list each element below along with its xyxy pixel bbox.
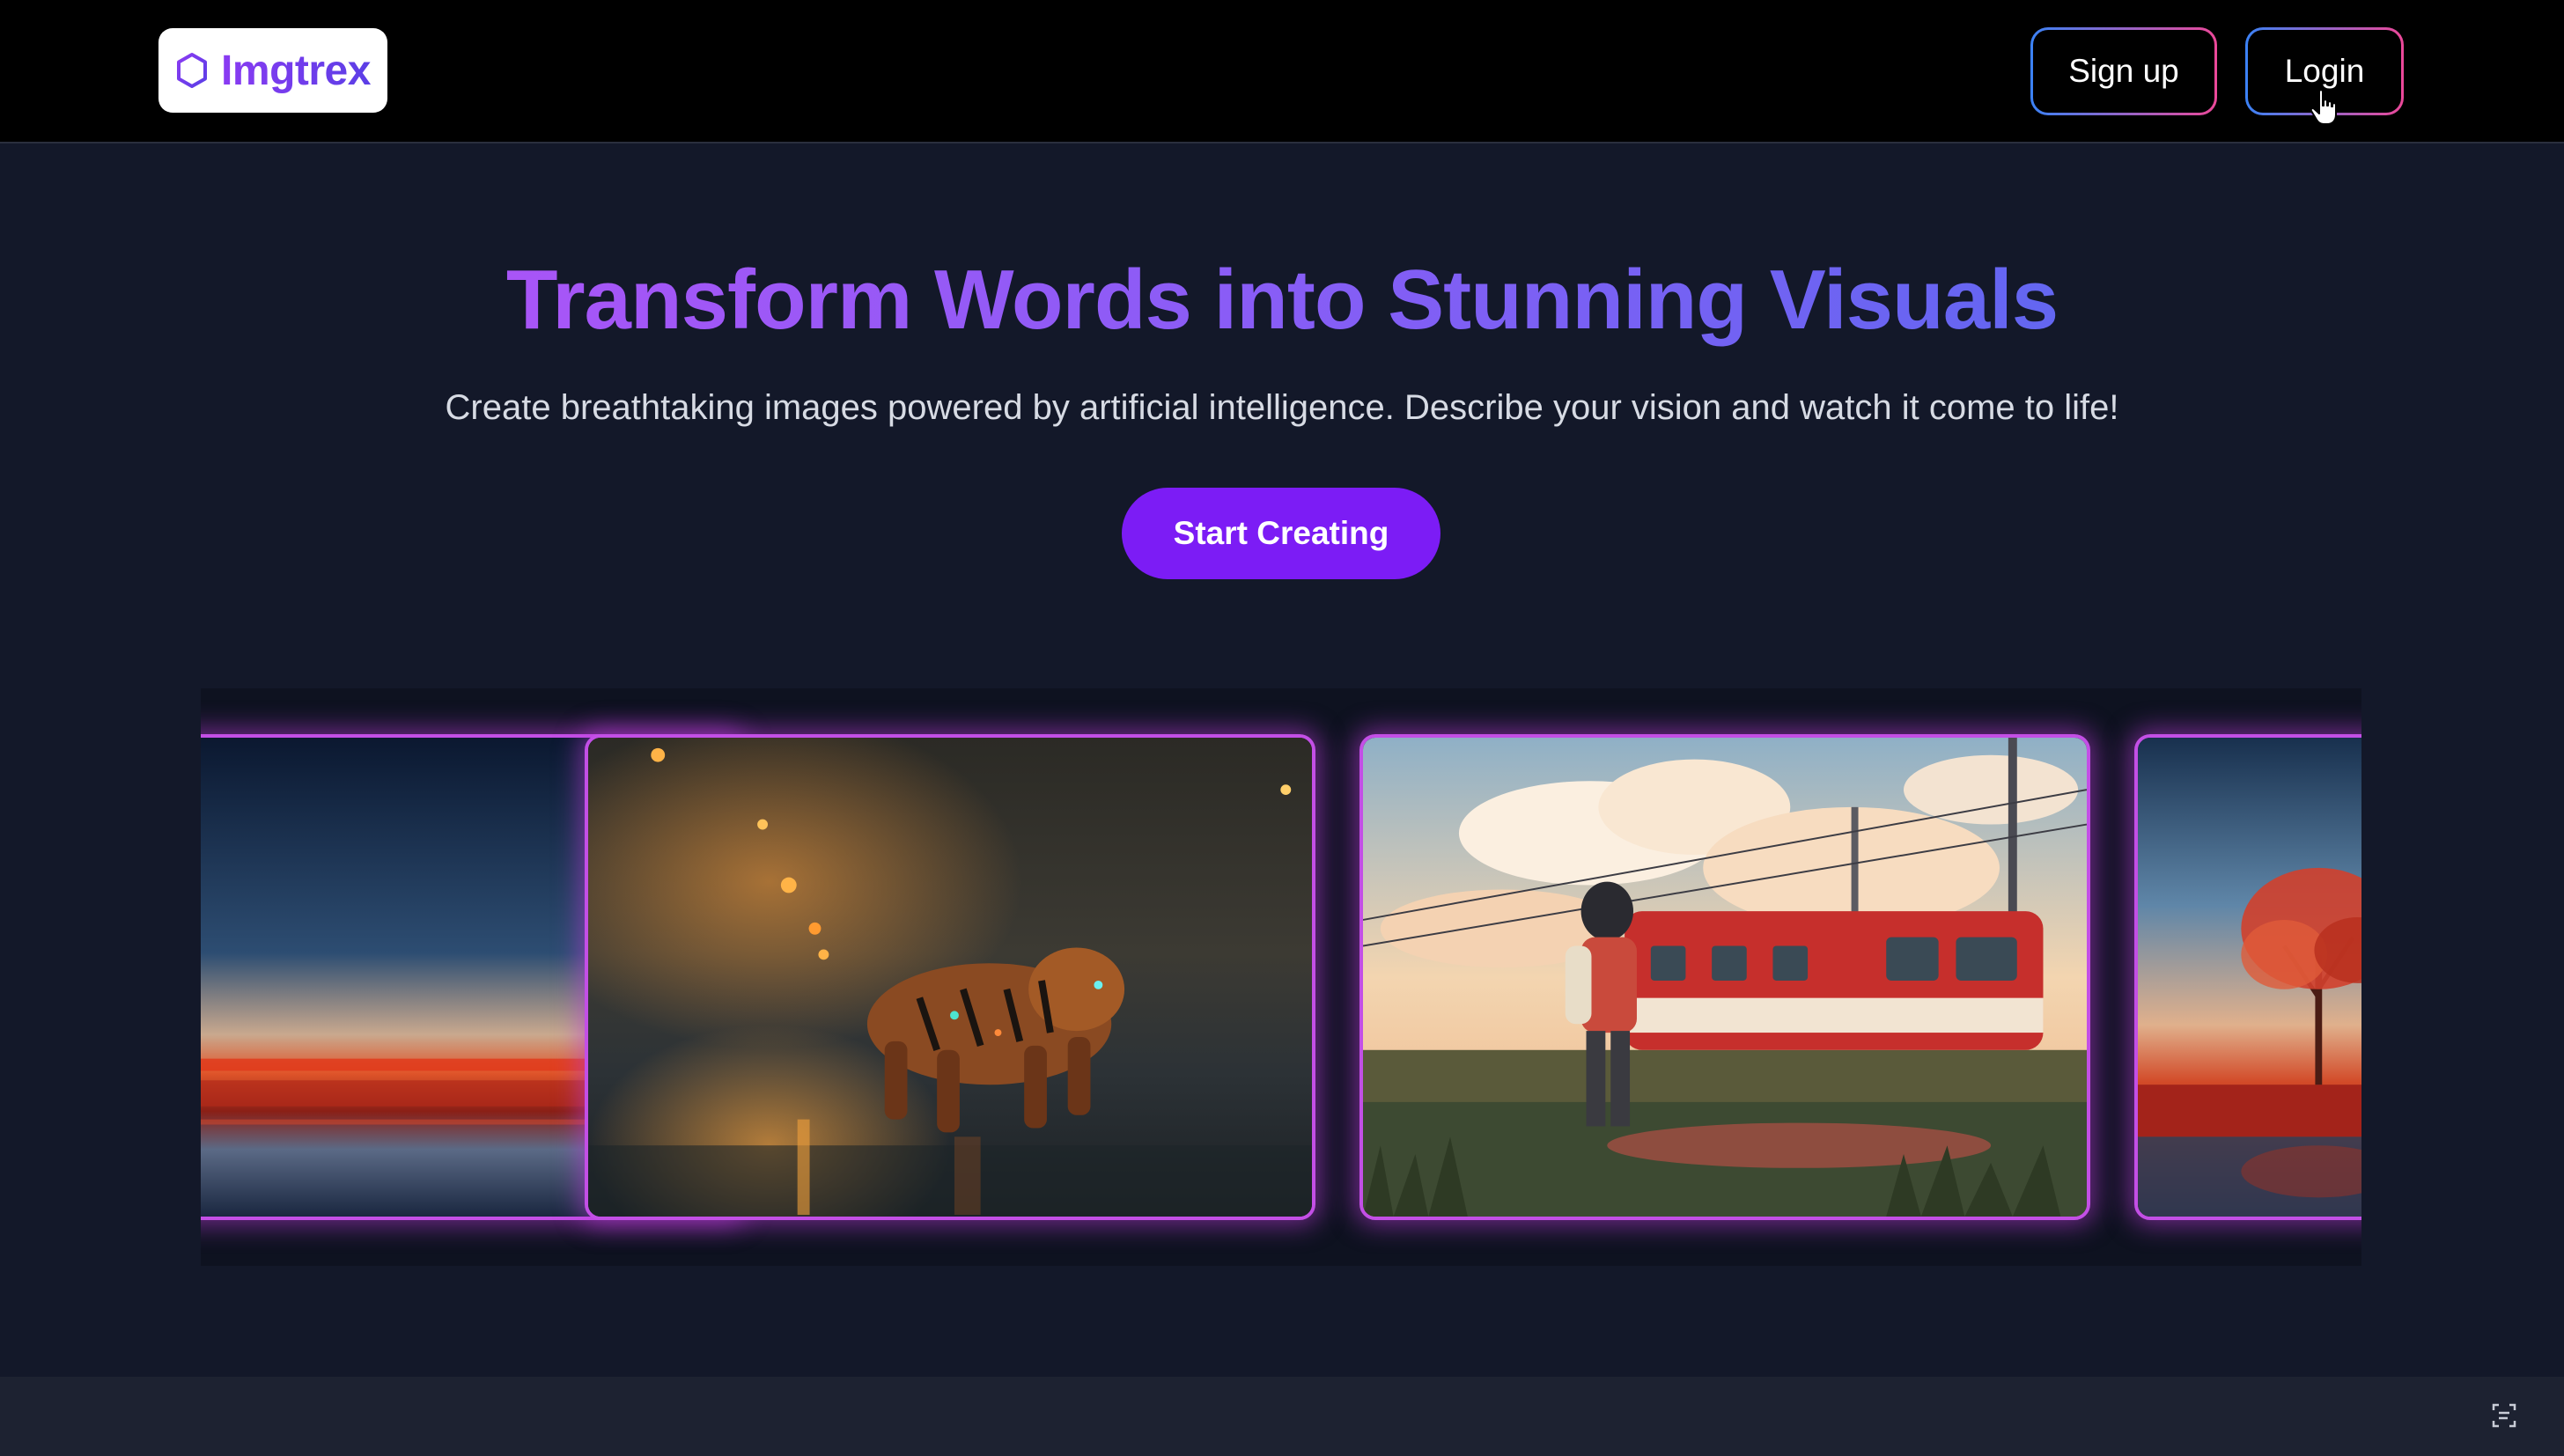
page: Imgtrex Sign up Login Transform Words in… (0, 0, 2564, 1456)
hero-title-text: Transform Words into Stunning Visuals (505, 253, 2059, 347)
robotic-tiger-image (588, 738, 1312, 1217)
carousel-slide-tiger[interactable] (585, 734, 1315, 1220)
signup-button-label: Sign up (2033, 30, 2214, 113)
logo[interactable]: Imgtrex (158, 28, 387, 113)
hero-title: Transform Words into Stunning Visuals (0, 252, 2564, 349)
start-creating-button[interactable]: Start Creating (1122, 488, 1440, 579)
red-tree-image (2138, 738, 2361, 1217)
hexagon-icon (177, 53, 208, 88)
logo-text: Imgtrex (221, 47, 371, 94)
carousel-slide-red-tree[interactable] (2134, 734, 2361, 1220)
image-carousel[interactable] (201, 688, 2361, 1266)
carousel-slide-train[interactable] (1359, 734, 2090, 1220)
anime-train-image (1363, 738, 2087, 1217)
screen-capture-icon[interactable] (2490, 1401, 2518, 1430)
scrollbar-track[interactable] (2546, 143, 2564, 1377)
hero-subtitle: Create breathtaking images powered by ar… (445, 388, 2119, 427)
signup-button[interactable]: Sign up (2030, 27, 2217, 115)
top-nav-bar: Imgtrex Sign up Login (0, 0, 2564, 143)
pointer-cursor-icon (2310, 89, 2337, 125)
footer-bar (0, 1377, 2564, 1456)
